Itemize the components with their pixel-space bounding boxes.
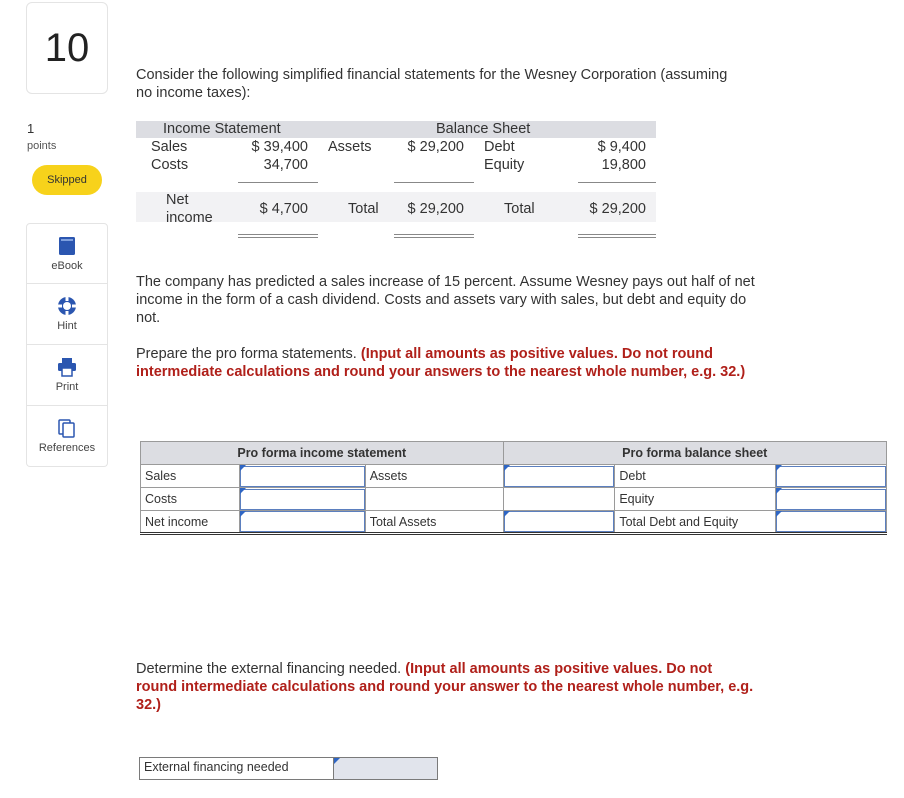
scenario-paragraph: The company has predicted a sales increa…: [136, 274, 755, 326]
table-row: Sales Assets Debt: [140, 464, 887, 488]
net-income-input[interactable]: [239, 511, 365, 532]
instruction-paragraph: Prepare the pro forma statements. (Input…: [136, 345, 756, 381]
equity-value: 19,800: [601, 157, 646, 173]
row-label-net-income: Net income: [140, 510, 240, 535]
equity-input[interactable]: [776, 488, 886, 510]
costs-input-cell: [238, 487, 366, 511]
question-intro: Consider the following simplified financ…: [136, 67, 728, 101]
blank-cell: [502, 487, 616, 511]
rule: [394, 182, 474, 183]
row-label-total-debt-equity: Total Debt and Equity: [614, 510, 777, 535]
row-label-sales: Sales: [140, 464, 240, 488]
references-label: References: [38, 442, 96, 454]
total-assets-input[interactable]: [503, 511, 615, 532]
costs-value: 34,700: [263, 157, 308, 173]
ebook-button[interactable]: eBook: [26, 223, 108, 284]
print-button[interactable]: Print: [26, 345, 108, 406]
net-income-input-cell: [238, 510, 366, 535]
proforma-table: Pro forma income statement Pro forma bal…: [140, 441, 888, 535]
row-label-costs: Costs: [140, 487, 240, 511]
proforma-income-header: Pro forma income statement: [140, 441, 504, 465]
total-assets-value: $ 29,200: [407, 201, 464, 217]
equity-label: Equity: [484, 157, 525, 173]
total-liabilities-value: $ 29,200: [589, 201, 646, 217]
debt-value: $ 9,400: [597, 139, 646, 155]
row-label-equity: Equity: [614, 487, 777, 511]
assets-label: Assets: [328, 139, 372, 155]
hint-icon: [58, 297, 76, 315]
total-assets-label: Total: [348, 201, 379, 217]
print-label: Print: [55, 381, 79, 393]
table-row: Costs Equity: [140, 487, 887, 511]
total-debt-equity-input[interactable]: [776, 511, 886, 532]
debt-input[interactable]: [776, 465, 886, 487]
status-badge: Skipped: [32, 165, 102, 195]
print-icon: [58, 358, 76, 377]
external-instruction-text: Determine the external financing needed.: [136, 661, 406, 677]
costs-input[interactable]: [239, 488, 365, 510]
question-number: 10: [26, 2, 108, 94]
points-label: points: [27, 140, 57, 152]
double-rule: [238, 234, 318, 238]
sales-value: $ 39,400: [251, 139, 308, 155]
sales-input[interactable]: [239, 465, 365, 487]
double-rule: [578, 234, 656, 238]
sales-input-cell: [238, 464, 366, 488]
given-statements: Income Statement Balance Sheet Sales $ 3…: [136, 121, 656, 251]
costs-label: Costs: [151, 157, 189, 173]
debt-input-cell: [775, 464, 887, 488]
instruction-text: Prepare the pro forma statements.: [136, 346, 361, 362]
rule: [238, 182, 318, 183]
external-financing-label: External financing needed: [139, 757, 334, 780]
rule: [578, 182, 656, 183]
tools-panel: eBook Hint Print References: [26, 223, 108, 467]
balance-sheet-title: Balance Sheet: [436, 121, 531, 137]
assets-input-cell: [502, 464, 616, 488]
hint-label: Hint: [57, 320, 77, 332]
references-icon: [58, 419, 75, 438]
external-financing-paragraph: Determine the external financing needed.…: [136, 660, 756, 714]
sales-label: Sales: [151, 139, 188, 155]
total-assets-input-cell: [502, 510, 616, 535]
row-label-total-assets: Total Assets: [364, 510, 504, 535]
debt-label: Debt: [484, 139, 515, 155]
assets-value: $ 29,200: [407, 139, 464, 155]
hint-button[interactable]: Hint: [26, 284, 108, 345]
assets-input[interactable]: [503, 465, 615, 487]
total-liabilities-label: Total: [504, 201, 535, 217]
equity-input-cell: [775, 487, 887, 511]
row-label-assets: Assets: [364, 464, 504, 488]
double-rule: [394, 234, 474, 238]
external-financing-input-cell: [334, 757, 438, 780]
total-debt-equity-input-cell: [775, 510, 887, 535]
net-income-label-1: Net: [166, 192, 189, 208]
references-button[interactable]: References: [26, 406, 108, 467]
proforma-balance-header: Pro forma balance sheet: [502, 441, 888, 465]
income-statement-title: Income Statement: [163, 121, 281, 137]
book-icon: [59, 236, 75, 255]
table-row: Net income Total Assets Total Debt and E…: [140, 510, 887, 535]
row-label-debt: Debt: [614, 464, 777, 488]
ebook-label: eBook: [51, 259, 83, 272]
net-income-value: $ 4,700: [259, 201, 308, 217]
external-financing-input[interactable]: [334, 758, 437, 779]
blank-cell: [364, 487, 504, 511]
external-financing-row: External financing needed: [139, 757, 438, 780]
points-value: 1: [27, 121, 35, 136]
net-income-label-2: income: [166, 210, 213, 226]
